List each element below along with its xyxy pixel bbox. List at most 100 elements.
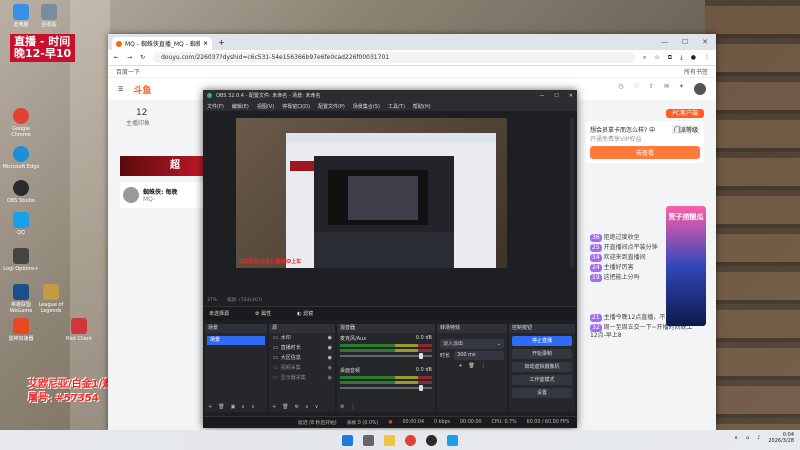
obs-preview-canvas[interactable]: 艾欧尼亚/白金1/邀请ID上车 [236, 118, 507, 268]
volume-icon[interactable]: ♪ [757, 435, 760, 441]
stop-streaming-button[interactable]: 停止直播 [512, 336, 572, 346]
avatar[interactable] [694, 83, 706, 95]
obs-icon[interactable] [426, 434, 437, 446]
volume-slider[interactable] [340, 385, 432, 391]
gift-icon[interactable]: ✦ [679, 83, 684, 95]
qq-icon[interactable] [447, 434, 458, 446]
preview-scrollbar[interactable] [570, 118, 574, 268]
menu-help[interactable]: 帮助(H) [413, 103, 431, 110]
trash-icon[interactable]: 🗑 [218, 404, 224, 410]
filters-button[interactable]: ◐ 滤镜 [297, 310, 313, 317]
menu-view[interactable]: 视图(V) [257, 103, 274, 110]
add-icon[interactable]: + [208, 404, 212, 410]
message-icon[interactable]: ✉ [664, 83, 669, 95]
eye-icon[interactable]: ◉ [328, 363, 332, 373]
history-icon[interactable]: ◷ [618, 83, 623, 95]
start-recording-button[interactable]: 开始录制 [512, 349, 572, 359]
pc-client-button[interactable]: PC客户端 [666, 109, 704, 118]
minimize-icon[interactable]: — [661, 38, 668, 46]
streamer-avatar[interactable] [123, 187, 139, 203]
desktop-icon-riot[interactable]: Riot Client [60, 318, 98, 342]
trash-icon[interactable]: 🗑 [282, 404, 288, 410]
volume-slider[interactable] [340, 353, 432, 359]
add-icon[interactable]: + [272, 404, 276, 410]
eye-icon[interactable]: ◉ [328, 373, 332, 383]
reload-icon[interactable]: ↻ [140, 54, 145, 61]
profile-icon[interactable]: ● [691, 54, 696, 61]
close-tab-icon[interactable]: × [203, 40, 208, 47]
down-icon[interactable]: ∨ [315, 404, 319, 410]
eye-icon[interactable]: ◉ [328, 353, 332, 363]
source-item[interactable]: ▭ 显示器采集 ◉ [269, 373, 335, 383]
studio-mode-button[interactable]: 工作室模式 [512, 375, 572, 385]
eye-icon[interactable]: ◉ [328, 343, 332, 353]
desktop-icon-leishen[interactable]: 雷神加速器 [2, 318, 40, 342]
properties-button[interactable]: ⚙ 属性 [255, 310, 271, 317]
view-button[interactable]: 去查看 [590, 146, 700, 159]
menu-tools[interactable]: 工具(T) [388, 103, 405, 110]
up-icon[interactable]: ∧ [241, 404, 245, 410]
all-bookmarks[interactable]: 所有书签 [684, 67, 708, 76]
zoom-level[interactable]: 37% [207, 298, 217, 303]
scene-item[interactable]: 场景 [207, 336, 265, 345]
extensions-icon[interactable]: ⧉ [668, 54, 672, 62]
close-window-icon[interactable]: ✕ [569, 93, 573, 99]
menu-edit[interactable]: 编辑(E) [232, 103, 249, 110]
more-icon[interactable]: ⋮ [350, 404, 355, 410]
desktop-icon-chrome[interactable]: Google Chrome [2, 108, 40, 138]
clock[interactable]: 0:04 2026/3/28 [768, 432, 794, 444]
transition-select[interactable]: 淡入淡出 ⌄ [440, 339, 504, 349]
close-window-icon[interactable]: ✕ [702, 38, 708, 46]
chevron-up-icon[interactable]: ∧ [734, 435, 738, 441]
source-item[interactable]: ▭ 水印 ◉ [269, 333, 335, 343]
browser-tab[interactable]: MQ - 蜘蛛侠直播_MQ - 蜘蛛侠视频 × [112, 37, 212, 50]
desktop-icon-edge[interactable]: Microsoft Edge [2, 146, 40, 170]
desktop-icon-recycle-bin[interactable]: 回收站 [30, 4, 68, 28]
url-input[interactable]: douyu.com/226037?dyshid=c6c531-54e156366… [153, 52, 636, 63]
eye-icon[interactable]: ◉ [328, 333, 332, 343]
desktop-icon-lol[interactable]: League of Legends [32, 284, 70, 314]
source-item[interactable]: ▭ 直播时长 ◉ [269, 343, 335, 353]
bookmark-baidu[interactable]: 百度一下 [116, 67, 140, 76]
search-icon[interactable]: ⌕ [643, 54, 646, 62]
promo-banner[interactable]: 荒子捞酸瓜 [666, 206, 706, 326]
minimize-icon[interactable]: — [539, 93, 544, 99]
trash-icon[interactable]: 🗑 [468, 363, 474, 369]
douyu-logo[interactable]: 斗鱼 [133, 83, 151, 96]
desktop-icon-obs[interactable]: OBS Studio [2, 180, 40, 204]
desktop-icon-qq[interactable]: QQ [2, 212, 40, 236]
maximize-icon[interactable]: ☐ [682, 38, 688, 46]
gear-icon[interactable]: ⚙ [340, 404, 344, 410]
desktop-icon-logi[interactable]: Logi Options+ [2, 248, 40, 272]
follow-icon[interactable]: ♡ [634, 83, 639, 95]
new-tab-button[interactable]: + [218, 38, 225, 47]
menu-file[interactable]: 文件(F) [207, 103, 224, 110]
source-item[interactable]: ▭ 视频采集 ◉ [269, 363, 335, 373]
virtual-camera-button[interactable]: 启动虚拟摄像机 [512, 362, 572, 372]
duration-input[interactable]: 300 ms [454, 351, 504, 360]
back-icon[interactable]: ← [114, 54, 119, 61]
menu-icon[interactable]: ⋮ [704, 54, 710, 61]
file-explorer-icon[interactable] [384, 434, 395, 446]
down-icon[interactable]: ∨ [251, 404, 255, 410]
star-icon[interactable]: ☆ [654, 54, 659, 61]
settings-button[interactable]: 设置 [512, 388, 572, 398]
forward-icon[interactable]: → [127, 54, 132, 61]
filter-icon[interactable]: ▣ [231, 404, 236, 410]
chrome-icon[interactable] [405, 434, 416, 446]
download-icon[interactable]: ⤓ [680, 54, 683, 62]
streamer-card[interactable]: 蜘蛛侠: 每晚 MQ- [120, 182, 205, 208]
task-view-icon[interactable] [363, 434, 374, 446]
maximize-icon[interactable]: ☐ [554, 93, 558, 99]
source-item[interactable]: ▭ 大区信息 ◉ [269, 353, 335, 363]
up-icon[interactable]: ∧ [305, 404, 309, 410]
windows-start-icon[interactable] [342, 434, 353, 446]
network-icon[interactable]: ⌂ [746, 435, 749, 441]
menu-docks[interactable]: 停靠窗口(D) [282, 103, 310, 110]
menu-profile[interactable]: 配置文件(P) [318, 103, 345, 110]
upload-icon[interactable]: ⇪ [649, 83, 654, 95]
more-icon[interactable]: ⋮ [481, 363, 486, 369]
gear-icon[interactable]: ⚙ [295, 404, 299, 410]
menu-scene-collection[interactable]: 场景集合(S) [353, 103, 380, 110]
add-icon[interactable]: + [458, 363, 462, 369]
